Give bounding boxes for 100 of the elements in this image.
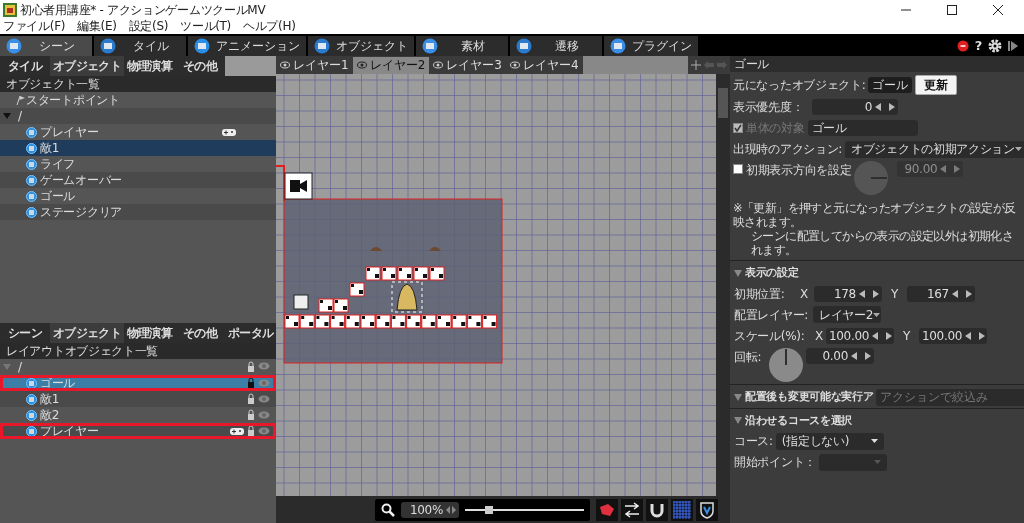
filter-field[interactable]: アクションで絞込み bbox=[876, 388, 1024, 406]
object-icon bbox=[26, 206, 37, 218]
number-field[interactable]: 100.00 bbox=[825, 327, 894, 344]
add-icon[interactable] bbox=[691, 60, 701, 70]
spin-arrows-icon bbox=[446, 505, 456, 514]
collapse-icon[interactable] bbox=[734, 393, 742, 401]
spin-arrows-icon bbox=[858, 289, 879, 298]
tree-row[interactable]: 敵1 bbox=[0, 391, 276, 407]
spin-arrows-icon bbox=[951, 289, 972, 298]
menu-item[interactable]: 設定(S) bbox=[125, 19, 172, 34]
tool-icon bbox=[516, 38, 532, 54]
eye-icon bbox=[258, 378, 270, 388]
search-icon[interactable] bbox=[381, 502, 395, 517]
number-field[interactable]: 100.00 bbox=[918, 327, 987, 344]
number-field[interactable]: 178 bbox=[813, 285, 882, 302]
swap-icon[interactable] bbox=[621, 498, 643, 521]
menu-item[interactable]: ファイル(F) bbox=[0, 19, 69, 34]
field-label: 回転: bbox=[734, 348, 763, 366]
menu-item[interactable]: ツール(T) bbox=[177, 19, 234, 34]
settings-icon[interactable] bbox=[988, 39, 1002, 53]
object-icon bbox=[26, 409, 37, 421]
tree-item[interactable]: スタートポイント bbox=[26, 92, 120, 108]
checkbox[interactable] bbox=[733, 164, 743, 174]
field-label: 出現時のアクション: bbox=[733, 141, 843, 158]
field-label: 配置レイヤー: bbox=[734, 306, 809, 324]
tree-row[interactable]: プレイヤー bbox=[0, 423, 276, 439]
number-field[interactable]: 167 bbox=[906, 285, 975, 302]
panel-tab[interactable]: 物理演算 bbox=[123, 56, 175, 76]
section-title: 沿わせるコースを選択 bbox=[745, 412, 852, 429]
field-label: 開始ポイント： bbox=[734, 454, 816, 471]
tree-item[interactable]: / bbox=[18, 359, 22, 375]
layer-tab[interactable]: レイヤー2 bbox=[352, 56, 430, 74]
toolbar-tab[interactable]: オブジェクト bbox=[308, 36, 414, 56]
direction-dial bbox=[854, 161, 889, 195]
tree-item-label: ゲームオーバー bbox=[40, 172, 122, 188]
field-label: スケール(%): bbox=[734, 327, 806, 345]
update-button[interactable]: 更新 bbox=[914, 75, 957, 95]
dropdown[interactable]: オブジェクトの初期アクション bbox=[845, 140, 1024, 158]
section-title: 配置後も変更可能な実行ア bbox=[745, 388, 874, 405]
collapse-icon[interactable] bbox=[2, 112, 12, 120]
lock-icon bbox=[247, 409, 255, 421]
tree-item-label: ライフ bbox=[40, 156, 76, 172]
object-icon bbox=[26, 377, 37, 389]
toolbar-tab[interactable]: プラグイン bbox=[604, 36, 698, 56]
collapse-icon[interactable] bbox=[734, 269, 742, 277]
spin-arrows-icon bbox=[851, 351, 871, 360]
toolbar-tab[interactable]: 遷移 bbox=[510, 36, 602, 56]
section-title: 表示の設定 bbox=[745, 265, 799, 281]
tree-row[interactable]: ステージクリア bbox=[0, 204, 276, 220]
tree-item-label: ゴール bbox=[40, 188, 76, 204]
panel-tab[interactable]: 物理演算 bbox=[123, 323, 175, 343]
record-icon[interactable] bbox=[956, 40, 969, 52]
lock-icon bbox=[247, 377, 255, 389]
tree-item-label: プレイヤー bbox=[40, 124, 99, 140]
panel-title: ゴール bbox=[730, 56, 1024, 72]
toolbar-tab[interactable]: 素材 bbox=[416, 36, 508, 56]
panel-tab[interactable]: オブジェクト bbox=[50, 323, 124, 343]
menu-item[interactable]: 編集(E) bbox=[74, 19, 120, 34]
panel-tab[interactable]: オブジェクト bbox=[50, 56, 124, 76]
collapse-icon[interactable] bbox=[734, 417, 742, 425]
note-text: ※「更新」を押すと元になったオブジェクトの設定が反映されます。 シーンに配置してからの表示の設定以外は初期化されます。 bbox=[733, 201, 1017, 257]
dropdown[interactable]: (指定しない) bbox=[775, 432, 884, 450]
shield-icon[interactable] bbox=[696, 498, 718, 521]
spin-arrows-icon bbox=[875, 103, 896, 111]
object-icon bbox=[26, 126, 37, 138]
help-icon[interactable]: ? bbox=[974, 36, 982, 56]
menu-item[interactable]: ヘルプ(H) bbox=[240, 19, 299, 34]
axis-label: Y bbox=[889, 285, 899, 303]
rotation-dial[interactable] bbox=[769, 347, 803, 382]
object-icon bbox=[26, 142, 37, 154]
number-field[interactable]: 0.00 bbox=[806, 347, 874, 364]
dropdown[interactable]: レイヤー2 bbox=[813, 306, 881, 323]
tool-icon bbox=[314, 38, 330, 54]
tree-item-label: ゴール bbox=[40, 375, 76, 391]
number-field[interactable]: 0 bbox=[812, 99, 899, 115]
object-icon bbox=[26, 190, 37, 202]
app-icon bbox=[3, 2, 17, 17]
play-icon[interactable] bbox=[1008, 40, 1018, 52]
checkbox-label: 初期表示方向を設定 bbox=[746, 162, 852, 179]
tree-row[interactable]: 敵1 bbox=[0, 140, 276, 156]
tree-row[interactable]: ゲームオーバー bbox=[0, 172, 276, 188]
number-field[interactable]: 90.00 bbox=[897, 161, 964, 177]
panel-header: レイアウトオブジェクト一覧 bbox=[0, 343, 276, 359]
tree-item-label: 敵1 bbox=[40, 140, 60, 156]
eye-icon bbox=[433, 61, 444, 69]
toolbar-tab[interactable]: アニメーション bbox=[188, 36, 306, 56]
lock-icon bbox=[247, 361, 255, 373]
tree-item[interactable]: / bbox=[18, 108, 22, 124]
tool-icon bbox=[6, 38, 22, 54]
magnet-icon[interactable] bbox=[646, 498, 668, 521]
toolbar-tab[interactable]: シーン bbox=[0, 36, 92, 56]
caret-icon bbox=[873, 460, 881, 464]
spin-arrows-icon bbox=[872, 331, 893, 340]
slider-thumb[interactable] bbox=[484, 505, 493, 514]
toolbar-tab[interactable]: タイル bbox=[94, 36, 186, 56]
zoom-field[interactable]: 100% bbox=[401, 501, 459, 518]
eye-icon bbox=[258, 426, 270, 436]
tool-icon bbox=[422, 38, 438, 54]
field-label: 表示優先度： bbox=[733, 99, 804, 116]
caret-icon bbox=[873, 312, 881, 317]
